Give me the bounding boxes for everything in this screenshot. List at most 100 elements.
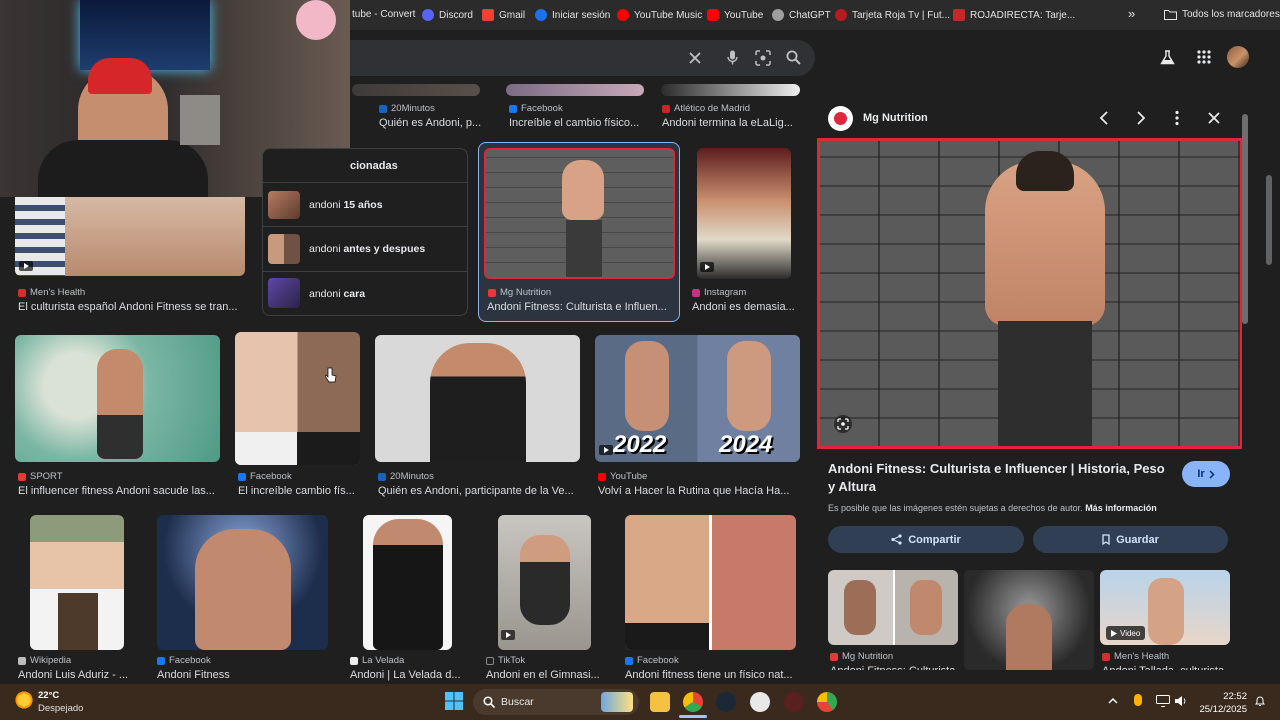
more-bookmarks-button[interactable]: » [1128,6,1135,21]
bookmark-youtube-music[interactable]: YouTube Music [617,9,702,21]
image-caption[interactable]: Quién es Andoni, participante de la Ve..… [378,485,583,497]
image-caption[interactable]: Volví a Hacer la Rutina que Hacía Ha... [598,485,798,497]
chrome-profile-icon[interactable] [817,692,837,712]
image-caption[interactable]: Andoni Fitness [157,669,328,681]
all-bookmarks-button[interactable]: Todos los marcadores [1164,9,1280,20]
chrome-icon[interactable] [683,692,703,712]
image-tile[interactable]: 2022 2024 [595,335,800,462]
visit-button[interactable]: Ir [1182,461,1230,487]
related-image-tile[interactable] [964,570,1094,670]
clock-date[interactable]: 25/12/2025 [1193,704,1247,715]
tray-app-icon[interactable] [1134,694,1142,706]
close-icon[interactable] [1208,112,1220,124]
weather-temperature[interactable]: 22°C [38,690,59,701]
share-button[interactable]: Compartir [828,526,1024,553]
image-caption[interactable]: El culturista español Andoni Fitness se … [18,301,248,313]
search-icon[interactable] [786,50,801,65]
taskbar-search-placeholder: Buscar [501,696,534,708]
image-tile[interactable] [498,515,591,650]
more-info-link[interactable]: Más información [1085,503,1157,513]
related-search-item[interactable]: andoni 15 años [262,183,468,226]
image-tile[interactable] [157,515,328,650]
related-image-tile[interactable] [828,570,958,645]
bookmark-convert[interactable]: tube - Convert [352,9,415,20]
image-caption[interactable]: Andoni termina la eLaLig... [662,117,800,129]
save-button[interactable]: Guardar [1033,526,1228,553]
apps-grid-icon[interactable] [1197,50,1211,64]
image-caption[interactable]: Andoni Fitness: Culturista e... [830,665,958,670]
image-tile[interactable] [30,515,124,650]
panel-scrollbar-thumb[interactable] [1242,114,1248,324]
image-source: SPORT [18,471,63,482]
labs-flask-icon[interactable] [1160,50,1175,65]
image-tile[interactable] [375,335,580,462]
panel-scrollbar[interactable] [1242,108,1248,668]
more-options-icon[interactable] [1174,110,1180,126]
chevron-up-icon[interactable] [1108,697,1118,704]
split-divider [893,570,895,645]
image-caption[interactable]: Andoni Fitness: Culturista e Influen... [487,301,671,313]
image-caption[interactable]: Andoni en el Gimnasi... [486,669,604,681]
image-caption[interactable]: El increíble cambio fís... [238,485,360,497]
lens-icon[interactable] [755,50,771,66]
weather-condition[interactable]: Despejado [38,703,83,714]
image-tile[interactable] [352,84,480,96]
bookmark-login[interactable]: Iniciar sesión [535,9,610,21]
taskbar-search-box[interactable]: Buscar [473,689,639,715]
network-icon[interactable] [1156,695,1170,707]
preview-image[interactable] [817,138,1243,449]
lens-search-image-icon[interactable] [834,415,852,433]
image-tile[interactable] [506,84,644,96]
image-caption[interactable]: El influencer fitness Andoni sacude las.… [18,485,223,497]
file-explorer-icon[interactable] [650,692,670,712]
microphone-icon[interactable] [727,50,738,66]
obs-icon[interactable] [750,692,770,712]
volume-icon[interactable] [1174,695,1188,707]
source-favicon [598,472,606,481]
image-caption[interactable]: Quién es Andoni, p... [379,117,491,129]
page-scrollbar-thumb[interactable] [1266,175,1272,265]
related-search-item[interactable]: andoni antes y despues [262,227,468,271]
notifications-icon[interactable] [1254,695,1266,707]
thumb-figure [520,535,570,625]
bookmark-tarjeta-roja[interactable]: Tarjeta Roja Tv | Fut... [835,9,950,21]
bookmark-rojadirecta[interactable]: ROJADIRECTA: Tarje... [953,9,1075,21]
image-caption[interactable]: Andoni | La Velada d... [350,669,465,681]
app-icon[interactable] [784,692,804,712]
search-highlight-image [601,692,633,712]
image-caption[interactable]: Andoni es demasia... [692,301,802,313]
image-tile[interactable] [625,515,796,650]
play-icon [1111,629,1117,637]
bookmark-youtube[interactable]: YouTube [707,9,763,21]
clock-time[interactable]: 22:52 [1197,691,1247,702]
panel-site-name[interactable]: Mg Nutrition [863,112,928,124]
copyright-notice: Es posible que las imágenes estén sujeta… [828,503,1157,513]
image-tile[interactable] [697,148,791,279]
bookmark-gmail[interactable]: Gmail [482,9,525,21]
bookmark-chatgpt[interactable]: ChatGPT [772,9,831,21]
related-image-tile[interactable]: Video [1100,570,1230,645]
image-tile[interactable] [661,84,800,96]
source-favicon [830,652,838,661]
weather-sun-icon[interactable] [14,690,34,710]
year-label-left: 2022 [613,431,667,458]
image-caption[interactable]: Andoni Luis Aduriz - ... [18,669,143,681]
panel-title[interactable]: Andoni Fitness: Culturista e Influencer … [828,460,1173,496]
image-caption[interactable]: Increíble el cambio físico... [509,117,645,129]
image-tile[interactable] [363,515,452,650]
clear-search-icon[interactable] [689,52,701,64]
profile-avatar[interactable] [1227,46,1249,68]
bookmark-discord[interactable]: Discord [422,9,473,21]
windows-start-icon[interactable] [445,692,463,710]
thumb-figure [625,341,669,431]
image-tile[interactable] [15,335,220,462]
image-caption[interactable]: Andoni Tallada, culturista... [1102,665,1230,670]
image-tile[interactable] [15,197,245,276]
image-tile[interactable] [235,332,360,465]
related-search-item[interactable]: andoni cara [262,272,468,316]
chevron-left-icon[interactable] [1099,111,1109,125]
steam-icon[interactable] [716,692,736,712]
chevron-right-icon[interactable] [1136,111,1146,125]
image-caption[interactable]: Andoni fitness tiene un físico nat... [625,669,796,681]
search-input[interactable] [340,40,815,76]
